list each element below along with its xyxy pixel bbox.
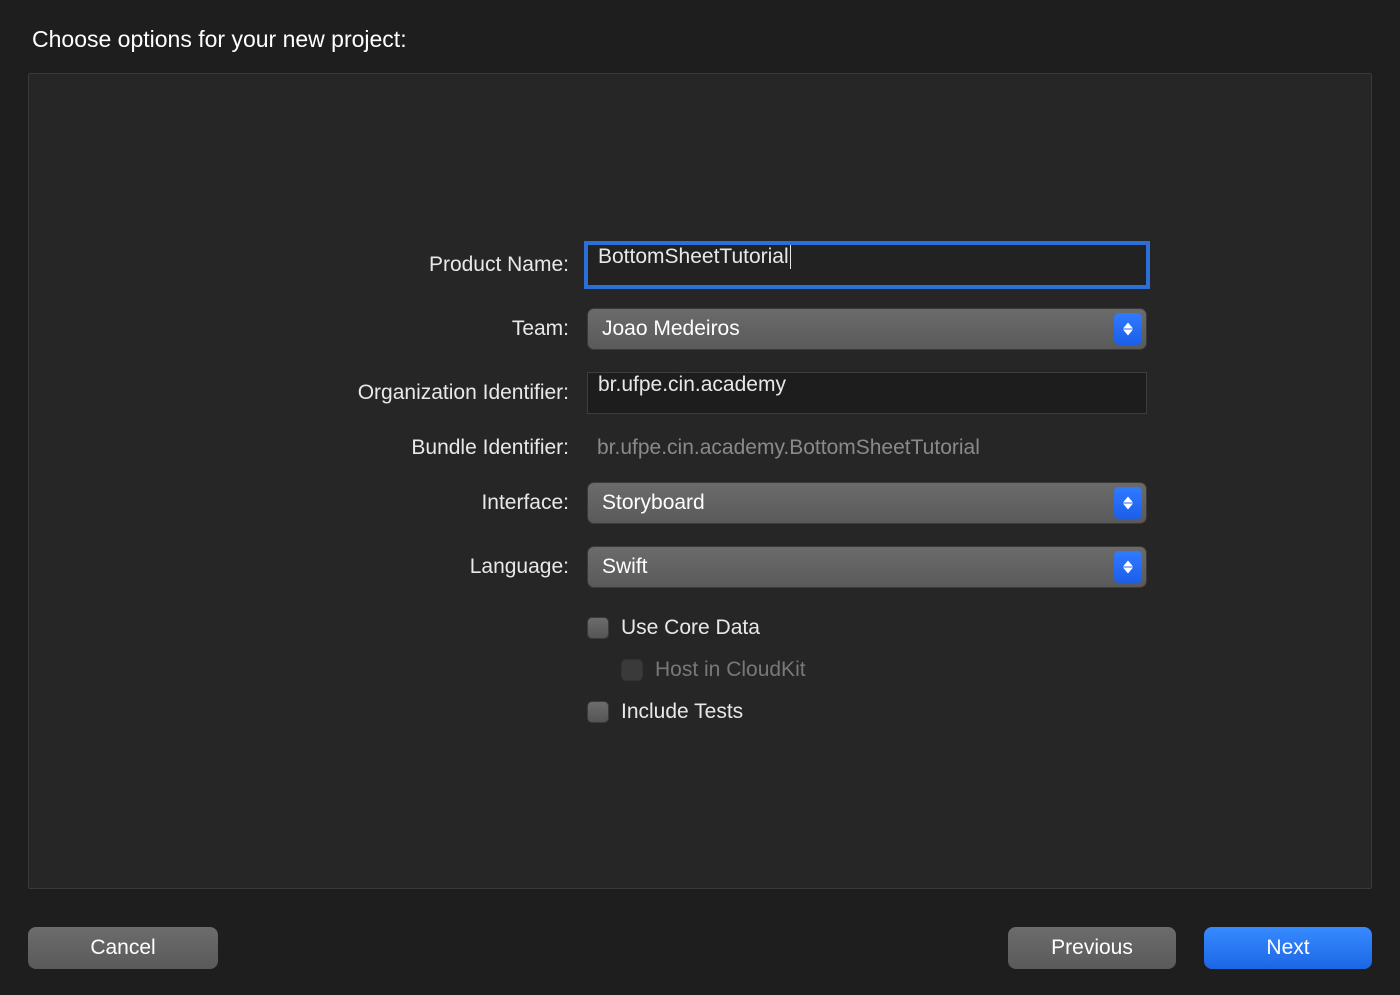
options-form: Product Name: BottomSheetTutorial Team: …	[29, 244, 1371, 726]
dialog-button-bar: Cancel Previous Next	[28, 889, 1372, 969]
dialog-title: Choose options for your new project:	[28, 0, 1372, 73]
interface-label: Interface:	[29, 491, 569, 515]
org-id-label: Organization Identifier:	[29, 381, 569, 405]
org-id-value: br.ufpe.cin.academy	[598, 373, 786, 396]
team-label: Team:	[29, 317, 569, 341]
new-project-options-dialog: Choose options for your new project: Pro…	[0, 0, 1400, 995]
include-tests-checkbox[interactable]	[587, 701, 609, 723]
product-name-input[interactable]: BottomSheetTutorial	[587, 244, 1147, 286]
language-label: Language:	[29, 555, 569, 579]
bundle-id-label: Bundle Identifier:	[29, 436, 569, 460]
next-button[interactable]: Next	[1204, 927, 1372, 969]
org-id-input[interactable]: br.ufpe.cin.academy	[587, 372, 1147, 414]
include-tests-row[interactable]: Include Tests	[587, 698, 1147, 726]
previous-button[interactable]: Previous	[1008, 927, 1176, 969]
cancel-button[interactable]: Cancel	[28, 927, 218, 969]
language-select-value: Swift	[602, 555, 648, 579]
language-select[interactable]: Swift	[587, 546, 1147, 588]
text-caret	[790, 245, 791, 269]
host-cloudkit-checkbox	[621, 659, 643, 681]
bundle-id-value: br.ufpe.cin.academy.BottomSheetTutorial	[587, 436, 980, 460]
interface-select-value: Storyboard	[602, 491, 705, 515]
use-core-data-row[interactable]: Use Core Data	[587, 614, 1147, 642]
select-stepper-icon	[1114, 551, 1142, 583]
use-core-data-label: Use Core Data	[621, 616, 760, 640]
select-stepper-icon	[1114, 313, 1142, 345]
team-select[interactable]: Joao Medeiros	[587, 308, 1147, 350]
include-tests-label: Include Tests	[621, 700, 743, 724]
select-stepper-icon	[1114, 487, 1142, 519]
product-name-value: BottomSheetTutorial	[598, 245, 789, 268]
team-select-value: Joao Medeiros	[602, 317, 740, 341]
use-core-data-checkbox[interactable]	[587, 617, 609, 639]
host-cloudkit-row: Host in CloudKit	[587, 656, 1147, 684]
interface-select[interactable]: Storyboard	[587, 482, 1147, 524]
options-panel: Product Name: BottomSheetTutorial Team: …	[28, 73, 1372, 889]
product-name-label: Product Name:	[29, 253, 569, 277]
host-cloudkit-label: Host in CloudKit	[655, 658, 806, 682]
